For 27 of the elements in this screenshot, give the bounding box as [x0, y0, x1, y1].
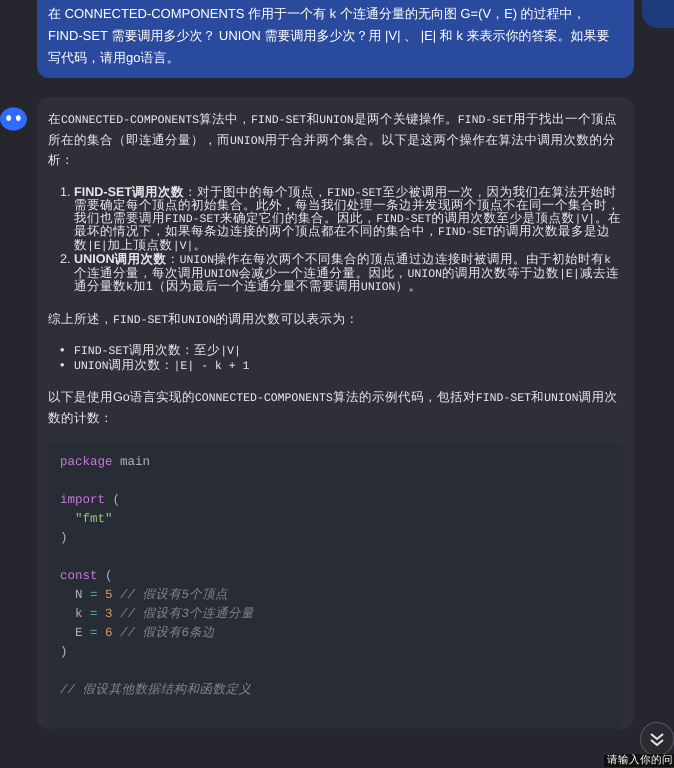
list-item-text: UNION调用次数：UNION操作在每次两个不同集合的顶点通过边连接时被调用。由于初始时有 k 个连通分量，每次调用UNION会减少一个连通分量。因此，UNION的调用次数等于边数|E|减去连通分量数k加1（因为最后一个连通分量不需要调用UNION）。	[74, 253, 620, 294]
paragraph: 在CONNECTED-COMPONENTS算法中，FIND-SET和UNION是两个关键操作。FIND-SET用于找出一个顶点所在的集合（即连通分量），而UNION用于合并两个集合。以下是这两个操作在算法中调用次数的分析：	[48, 111, 618, 169]
code-line: N = 5 // 假设有5个顶点	[74, 586, 230, 604]
double-chevron-down-icon	[649, 731, 665, 747]
list-marker: 1.	[60, 186, 72, 200]
code-line: k = 3 // 假设有3个连通分量	[74, 606, 256, 624]
list-item-text: FIND-SET调用次数：对于图中的每个顶点，FIND-SET至少被调用一次，因为我们在算法开始时需要确定每个顶点的初始集合。此外，每当我们处理一条边并发现两个顶点不在同一个集合时，我们也需要调用 FIND-SET来确定它们的集合。因此，FIND-SET的调用次数至少是顶点数|V|。在最坏的情况下，如果每条边连接的两个顶点都在不同的集合中，FIND-SET的调用次数最多是边数|E|加上顶点数|V|。	[74, 186, 622, 252]
code-line: package main	[60, 454, 152, 472]
paragraph: 以下是使用Go语言实现的CONNECTED-COMPONENTS算法的示例代码，包括对FIND-SET和UNION调用次数的计数：	[48, 389, 619, 427]
code-line: "fmt"	[74, 511, 114, 528]
paragraph: 综上所述，FIND-SET和 UNION的调用次数可以表示为：	[48, 310, 360, 329]
code-line: // 假设其他数据结构和函数定义	[60, 682, 253, 700]
list-item-text: FIND-SET调用次数：至少|V|	[74, 344, 241, 358]
code-line: )	[60, 530, 69, 548]
user-message: 在 CONNECTED-COMPONENTS 作用于一个有 k 个连通分量的无向图 G=(V，E) 的过程中，FIND-SET 需要调用多少次？ UNION 需要调用多少次？用 |V| 、 |E| 和 k 来表示你的答案。如果要写代码，请用go语言。	[37, 0, 634, 78]
code-line: const (	[60, 568, 114, 586]
code-line: )	[60, 644, 69, 662]
list-marker: •	[60, 344, 66, 358]
avatar-image	[642, 0, 674, 28]
list-item-text: UNION调用次数：|E| - k + 1	[74, 358, 250, 372]
code-line: import (	[60, 492, 122, 510]
list-marker: 2.	[60, 253, 72, 268]
input-tooltip: 请输入你的问	[604, 754, 674, 767]
bot-avatar-icon	[0, 107, 27, 131]
list-marker: •	[60, 358, 66, 372]
scroll-down-button[interactable]	[640, 722, 674, 756]
code-line: E = 6 // 假设有6条边	[74, 624, 216, 642]
